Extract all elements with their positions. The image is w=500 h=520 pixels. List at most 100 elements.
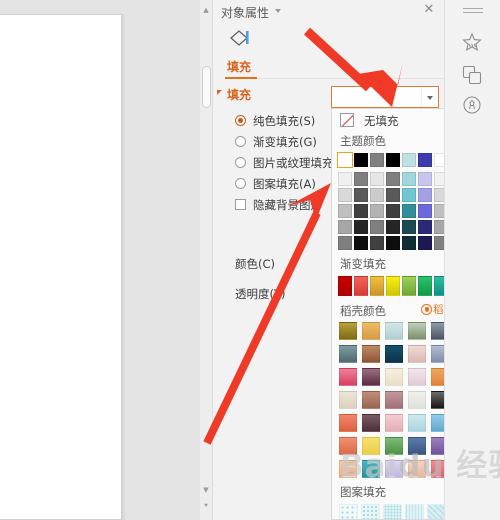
- watermark-a: Bai: [340, 448, 399, 484]
- dk-color-swatch[interactable]: [339, 322, 357, 340]
- document-canvas[interactable]: [0, 0, 200, 520]
- option-label: 隐藏背景图形: [253, 198, 322, 212]
- dk-color-swatch[interactable]: [385, 391, 403, 409]
- color-swatch[interactable]: [370, 188, 384, 202]
- color-swatch[interactable]: [386, 236, 400, 250]
- checkbox-icon[interactable]: [235, 199, 246, 210]
- dk-color-swatch[interactable]: [385, 322, 403, 340]
- pattern-swatch[interactable]: [383, 504, 402, 519]
- color-swatch[interactable]: [354, 188, 368, 202]
- dk-color-swatch[interactable]: [385, 368, 403, 386]
- color-swatch[interactable]: [418, 153, 432, 167]
- pattern-swatch[interactable]: [405, 504, 424, 519]
- dk-color-swatch[interactable]: [339, 345, 357, 363]
- color-swatch[interactable]: [418, 220, 432, 234]
- scroll-down-icon[interactable]: ▼: [200, 484, 212, 496]
- color-swatch[interactable]: [370, 153, 384, 167]
- chevron-down-icon[interactable]: [275, 9, 281, 13]
- gear-badge-icon[interactable]: [459, 92, 485, 118]
- color-swatch[interactable]: [338, 236, 352, 250]
- color-swatch[interactable]: [370, 204, 384, 218]
- dk-color-swatch[interactable]: [385, 345, 403, 363]
- sparkle-star-icon[interactable]: [459, 30, 485, 56]
- gradient-swatch[interactable]: [370, 276, 384, 296]
- radio-icon[interactable]: [235, 115, 246, 126]
- color-swatch[interactable]: [402, 172, 416, 186]
- color-swatch[interactable]: [402, 204, 416, 218]
- radio-icon[interactable]: [235, 136, 246, 147]
- color-swatch[interactable]: [370, 236, 384, 250]
- dropdown-arrow-icon[interactable]: [421, 87, 436, 107]
- color-swatch[interactable]: [418, 236, 432, 250]
- dk-color-swatch[interactable]: [339, 368, 357, 386]
- scroll-up-icon[interactable]: ▲: [200, 4, 212, 16]
- dk-color-swatch[interactable]: [339, 391, 357, 409]
- color-swatch[interactable]: [370, 220, 384, 234]
- slide-page[interactable]: [0, 14, 122, 520]
- tab-fill[interactable]: 填充: [227, 58, 251, 75]
- color-swatch[interactable]: [338, 220, 352, 234]
- radio-icon[interactable]: [235, 178, 246, 189]
- color-swatch[interactable]: [418, 204, 432, 218]
- color-swatch[interactable]: [370, 172, 384, 186]
- color-swatch[interactable]: [354, 172, 368, 186]
- color-swatch[interactable]: [338, 204, 352, 218]
- color-swatch[interactable]: [354, 153, 368, 167]
- gradient-swatch[interactable]: [386, 276, 400, 296]
- watermark-b: du: [398, 448, 445, 484]
- color-swatch[interactable]: [386, 188, 400, 202]
- color-swatch[interactable]: [402, 188, 416, 202]
- dk-color-swatch[interactable]: [408, 322, 426, 340]
- dk-color-swatch[interactable]: [408, 414, 426, 432]
- fill-color-dropdown-button[interactable]: [331, 86, 439, 108]
- color-swatch[interactable]: [386, 153, 400, 167]
- color-swatch[interactable]: [354, 220, 368, 234]
- dk-color-swatch[interactable]: [408, 391, 426, 409]
- color-swatch[interactable]: [418, 188, 432, 202]
- scrollbar-thumb[interactable]: [202, 66, 211, 108]
- watermark: Baidu 经验: [340, 440, 500, 485]
- gradient-swatch[interactable]: [354, 276, 368, 296]
- color-swatch[interactable]: [337, 152, 353, 168]
- dk-color-swatch[interactable]: [339, 414, 357, 432]
- color-swatch[interactable]: [402, 220, 416, 234]
- gradient-swatch[interactable]: [338, 276, 352, 296]
- hamburger-icon[interactable]: [463, 8, 483, 17]
- tab-active-indicator: [225, 77, 257, 79]
- option-label: 纯色填充(S): [253, 114, 316, 128]
- color-swatch[interactable]: [354, 236, 368, 250]
- color-swatch[interactable]: [338, 188, 352, 202]
- dk-color-swatch[interactable]: [408, 368, 426, 386]
- color-swatch[interactable]: [386, 220, 400, 234]
- color-swatch[interactable]: [402, 153, 416, 167]
- layers-icon[interactable]: [459, 62, 485, 88]
- dk-color-swatch[interactable]: [362, 391, 380, 409]
- color-swatch[interactable]: [418, 172, 432, 186]
- dk-color-swatch[interactable]: [362, 414, 380, 432]
- vertical-scrollbar[interactable]: ▲ ▼ ⯆: [200, 0, 212, 520]
- color-swatch[interactable]: [338, 172, 352, 186]
- dk-color-swatch[interactable]: [362, 368, 380, 386]
- close-icon[interactable]: ✕: [422, 3, 436, 17]
- label-transparency: 透明度(T): [235, 287, 286, 301]
- color-swatch[interactable]: [386, 172, 400, 186]
- dk-color-swatch[interactable]: [385, 414, 403, 432]
- dk-color-swatch[interactable]: [408, 345, 426, 363]
- tab-bar: 填充: [213, 22, 444, 84]
- gradient-swatch[interactable]: [402, 276, 416, 296]
- gradient-swatch[interactable]: [418, 276, 432, 296]
- radio-icon[interactable]: [235, 157, 246, 168]
- collapse-triangle-icon[interactable]: [217, 90, 222, 95]
- color-swatch[interactable]: [386, 204, 400, 218]
- dk-colors-title: 稻壳颜色: [340, 304, 386, 318]
- color-swatch[interactable]: [354, 204, 368, 218]
- dk-color-swatch[interactable]: [362, 322, 380, 340]
- pattern-swatch[interactable]: [339, 504, 358, 519]
- scroll-page-down-icon[interactable]: ⯆: [200, 500, 212, 512]
- dk-color-swatch[interactable]: [362, 345, 380, 363]
- option-label: 渐变填充(G): [253, 135, 317, 149]
- color-swatch[interactable]: [402, 236, 416, 250]
- no-fill-label: 无填充: [364, 114, 399, 128]
- no-fill-icon: [340, 113, 354, 127]
- pattern-swatch[interactable]: [361, 504, 380, 519]
